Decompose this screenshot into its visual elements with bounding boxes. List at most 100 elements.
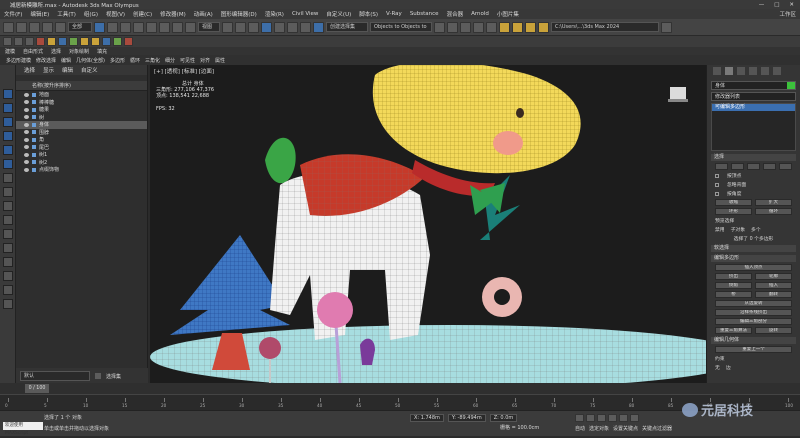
layer-toggle-icon[interactable] bbox=[94, 372, 102, 380]
menu-modifiers[interactable]: 修改器(M) bbox=[156, 10, 190, 18]
tab-display[interactable]: 显示 bbox=[43, 66, 54, 74]
turn-button[interactable]: 旋转 bbox=[755, 327, 792, 334]
create-sphere-icon[interactable] bbox=[47, 37, 56, 46]
ribbon-subdivision[interactable]: 细分 bbox=[165, 57, 175, 64]
grow-button[interactable]: 扩大 bbox=[755, 199, 792, 206]
menu-tools[interactable]: 工具(T) bbox=[53, 10, 80, 18]
open-icon[interactable] bbox=[14, 37, 23, 46]
list-item[interactable]: 角 bbox=[16, 136, 147, 144]
object-color-swatch[interactable] bbox=[787, 82, 795, 89]
filter-groups-icon[interactable] bbox=[3, 173, 13, 183]
create-tab-icon[interactable] bbox=[713, 67, 721, 75]
tab-selection[interactable]: 选择 bbox=[51, 48, 61, 55]
object-name-field[interactable]: 身体 bbox=[711, 81, 796, 90]
key-mode-icon[interactable] bbox=[630, 414, 639, 422]
bevel-button[interactable]: 倒角 bbox=[715, 282, 752, 289]
filter-hidden-icon[interactable] bbox=[3, 243, 13, 253]
filter-shapes-icon[interactable] bbox=[3, 103, 13, 113]
menu-create[interactable]: 创建(C) bbox=[129, 10, 156, 18]
time-slider-thumb[interactable]: 0 / 100 bbox=[25, 384, 49, 393]
material-editor-icon[interactable] bbox=[499, 21, 510, 33]
menu-workspaces[interactable]: 工作区 bbox=[775, 10, 800, 18]
modify-tab-icon[interactable] bbox=[725, 67, 733, 75]
flip-button[interactable]: 翻转 bbox=[755, 291, 792, 298]
list-item[interactable]: 围脖 bbox=[16, 129, 147, 137]
create-box-icon[interactable] bbox=[36, 37, 45, 46]
list-item[interactable]: 尾巴 bbox=[16, 144, 147, 152]
layer-dropdown[interactable]: 默认 bbox=[20, 371, 90, 381]
vertex-subobject-button[interactable] bbox=[715, 163, 728, 170]
list-item[interactable]: 棒棒糖 bbox=[16, 99, 147, 107]
motion-tab-icon[interactable] bbox=[749, 67, 757, 75]
eye-icon[interactable] bbox=[24, 160, 29, 165]
render-setup-icon[interactable] bbox=[512, 21, 523, 33]
create-cylinder-icon[interactable] bbox=[58, 37, 67, 46]
hinge-from-edge-button[interactable]: 从边旋转 bbox=[715, 300, 792, 307]
edit-triangulation-button[interactable]: 编辑三角剖分 bbox=[715, 318, 792, 325]
utilities-tab-icon[interactable] bbox=[773, 67, 781, 75]
eye-icon[interactable] bbox=[24, 130, 29, 135]
bridge-button[interactable]: 桥 bbox=[715, 291, 752, 298]
reference-coord-dropdown[interactable]: 视图 bbox=[198, 22, 220, 32]
edit-polygons-rollout-header[interactable]: 编辑多边形 bbox=[711, 255, 796, 262]
eye-icon[interactable] bbox=[24, 92, 29, 97]
light-sun-icon[interactable] bbox=[91, 37, 100, 46]
ribbon-polygons[interactable]: 多边形 bbox=[110, 57, 125, 64]
play-icon[interactable] bbox=[597, 414, 606, 422]
pivot-icon[interactable] bbox=[222, 21, 233, 33]
maximize-button[interactable]: □ bbox=[774, 2, 779, 8]
filter-spacewarps-icon[interactable] bbox=[3, 159, 13, 169]
place-icon[interactable] bbox=[185, 21, 196, 33]
link-icon[interactable] bbox=[29, 21, 40, 33]
selection-rollout-header[interactable]: 选择 bbox=[711, 154, 796, 161]
ignore-backface-checkbox[interactable] bbox=[715, 182, 719, 187]
menu-view[interactable]: 视图(V) bbox=[102, 10, 129, 18]
menu-customize[interactable]: 自定义(U) bbox=[322, 10, 355, 18]
named-selection-dropdown[interactable]: 创建选择集 bbox=[326, 22, 368, 32]
repeat-last-button[interactable]: 重复上一个 bbox=[715, 346, 792, 353]
eye-icon[interactable] bbox=[24, 107, 29, 112]
preview-multi-radio[interactable]: 多个 bbox=[751, 226, 761, 233]
menu-rendering[interactable]: 渲染(R) bbox=[261, 10, 288, 18]
inset-button[interactable]: 插入 bbox=[755, 282, 792, 289]
viewport-label[interactable]: [+] [透视] [标准] [边面] bbox=[154, 67, 214, 75]
redo-icon[interactable] bbox=[16, 21, 27, 33]
go-to-start-icon[interactable] bbox=[575, 414, 584, 422]
maxscript-listener[interactable]: 欢迎使用MAXScript bbox=[3, 422, 43, 436]
selected-dropdown[interactable]: 选定对象 bbox=[589, 425, 609, 432]
eye-icon[interactable] bbox=[24, 152, 29, 157]
menu-mixer[interactable]: 混合器 bbox=[443, 10, 468, 18]
snaps-toggle-icon[interactable] bbox=[261, 21, 272, 33]
menu-graph-editors[interactable]: 图形编辑器(D) bbox=[217, 10, 261, 18]
eye-icon[interactable] bbox=[24, 100, 29, 105]
render-frame-icon[interactable] bbox=[525, 21, 536, 33]
select-by-name-icon[interactable] bbox=[107, 21, 118, 33]
spinner-snap-icon[interactable] bbox=[300, 21, 311, 33]
go-to-end-icon[interactable] bbox=[619, 414, 628, 422]
time-slider[interactable]: 0 / 100 bbox=[0, 383, 800, 394]
z-coordinate[interactable]: Z: 0.0m bbox=[489, 414, 518, 422]
menu-group[interactable]: 组(G) bbox=[80, 10, 102, 18]
save-icon[interactable] bbox=[25, 37, 34, 46]
retriangulate-button[interactable]: 重复三角算法 bbox=[715, 327, 752, 334]
polygon-subobject-button[interactable] bbox=[763, 163, 776, 170]
new-icon[interactable] bbox=[3, 37, 12, 46]
spacewarp-icon[interactable] bbox=[124, 37, 133, 46]
filter-xrefs-icon[interactable] bbox=[3, 187, 13, 197]
menu-civil-view[interactable]: Civil View bbox=[288, 11, 322, 17]
scale-icon[interactable] bbox=[172, 21, 183, 33]
constraint-none-radio[interactable]: 无 bbox=[715, 364, 720, 371]
border-subobject-button[interactable] bbox=[747, 163, 760, 170]
loop-button[interactable]: 循环 bbox=[755, 208, 792, 215]
ribbon-poly-modeling[interactable]: 多边形建模 bbox=[6, 57, 31, 64]
column-header-name[interactable]: 名称(按升序排序) bbox=[16, 81, 147, 91]
extrude-along-spline-button[interactable]: 沿样条线挤出 bbox=[715, 309, 792, 316]
filter-containers-icon[interactable] bbox=[3, 215, 13, 225]
create-plane-icon[interactable] bbox=[69, 37, 78, 46]
modifier-stack-item[interactable]: 可编辑多边形 bbox=[712, 104, 795, 111]
tab-freeform[interactable]: 自由形式 bbox=[23, 48, 43, 55]
list-item[interactable]: 糖果 bbox=[16, 106, 147, 114]
list-item[interactable]: 地面 bbox=[16, 91, 147, 99]
track-bar[interactable]: 0 5 10 15 20 25 30 35 40 45 50 55 60 65 70 75 80 85 90 95 10… bbox=[0, 394, 800, 410]
filter-none-icon[interactable] bbox=[3, 271, 13, 281]
